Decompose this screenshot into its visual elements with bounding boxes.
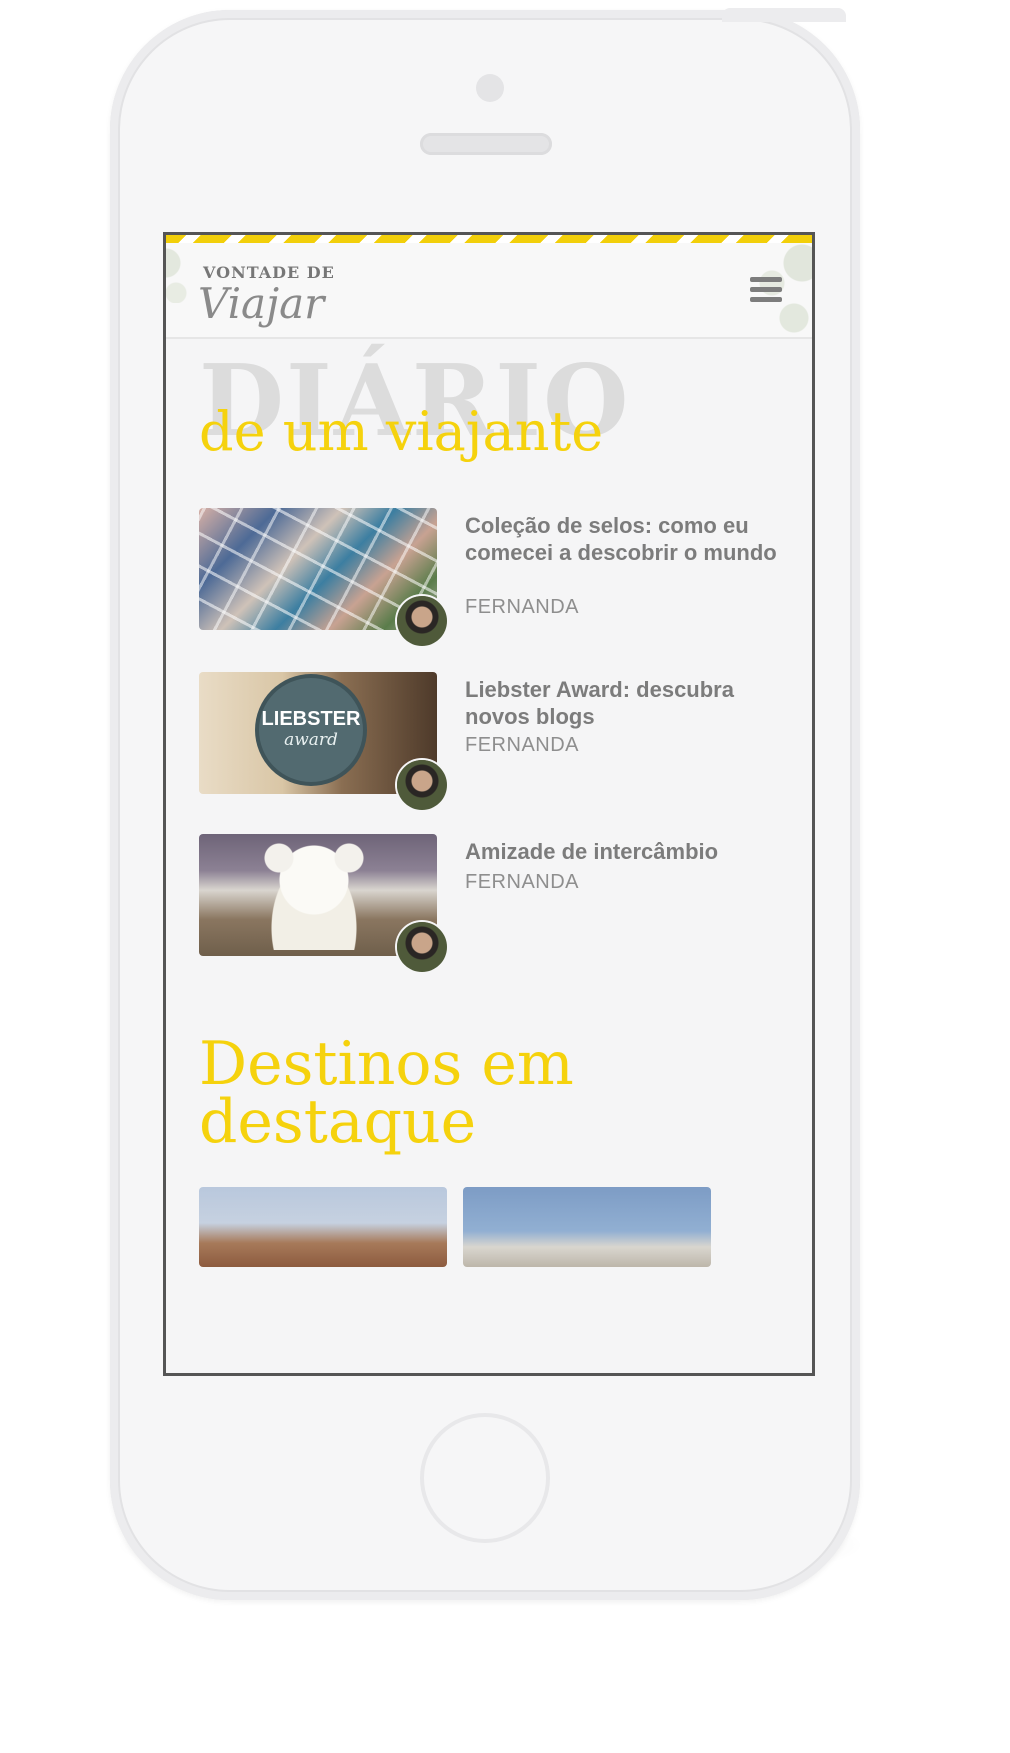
power-button [722,8,846,22]
post-title[interactable]: Liebster Award: descubra novos blogs [465,676,777,730]
post-author[interactable]: FERNANDA [465,596,579,619]
post-item[interactable]: Amizade de intercâmbio FERNANDA [199,834,799,972]
hamburger-menu-icon[interactable] [750,277,782,303]
featured-destinations-heading: Destinos em destaque [199,1029,574,1157]
author-avatar [397,760,447,810]
post-item[interactable]: Coleção de selos: como eu comecei a desc… [199,508,799,646]
post-title[interactable]: Coleção de selos: como eu comecei a desc… [465,512,777,566]
front-camera [476,74,504,102]
post-author[interactable]: FERNANDA [465,734,579,757]
teddy-bear-image [259,840,369,950]
post-item[interactable]: LIEBSTER award Liebster Award: descubra … [199,672,799,810]
leaf-decoration-left [166,243,194,303]
author-avatar [397,922,447,972]
destination-card[interactable] [463,1187,711,1267]
diary-heading: de um viajante [199,400,604,463]
liebster-award-badge: LIEBSTER award [259,678,363,782]
author-avatar [397,596,447,646]
earpiece-speaker [420,133,552,155]
post-title[interactable]: Amizade de intercâmbio [465,838,777,865]
badge-sub-text: award [284,730,338,750]
badge-main-text: LIEBSTER [261,708,361,730]
destination-card[interactable] [199,1187,447,1267]
post-author[interactable]: FERNANDA [465,871,579,894]
top-stripe-border [166,235,812,243]
logo-main-text: Viajar [198,279,325,328]
phone-screen: VONTADE DE Viajar DIÁRIO de um viajante … [163,232,815,1376]
site-header: VONTADE DE Viajar [166,243,812,339]
home-button[interactable] [420,1413,550,1543]
